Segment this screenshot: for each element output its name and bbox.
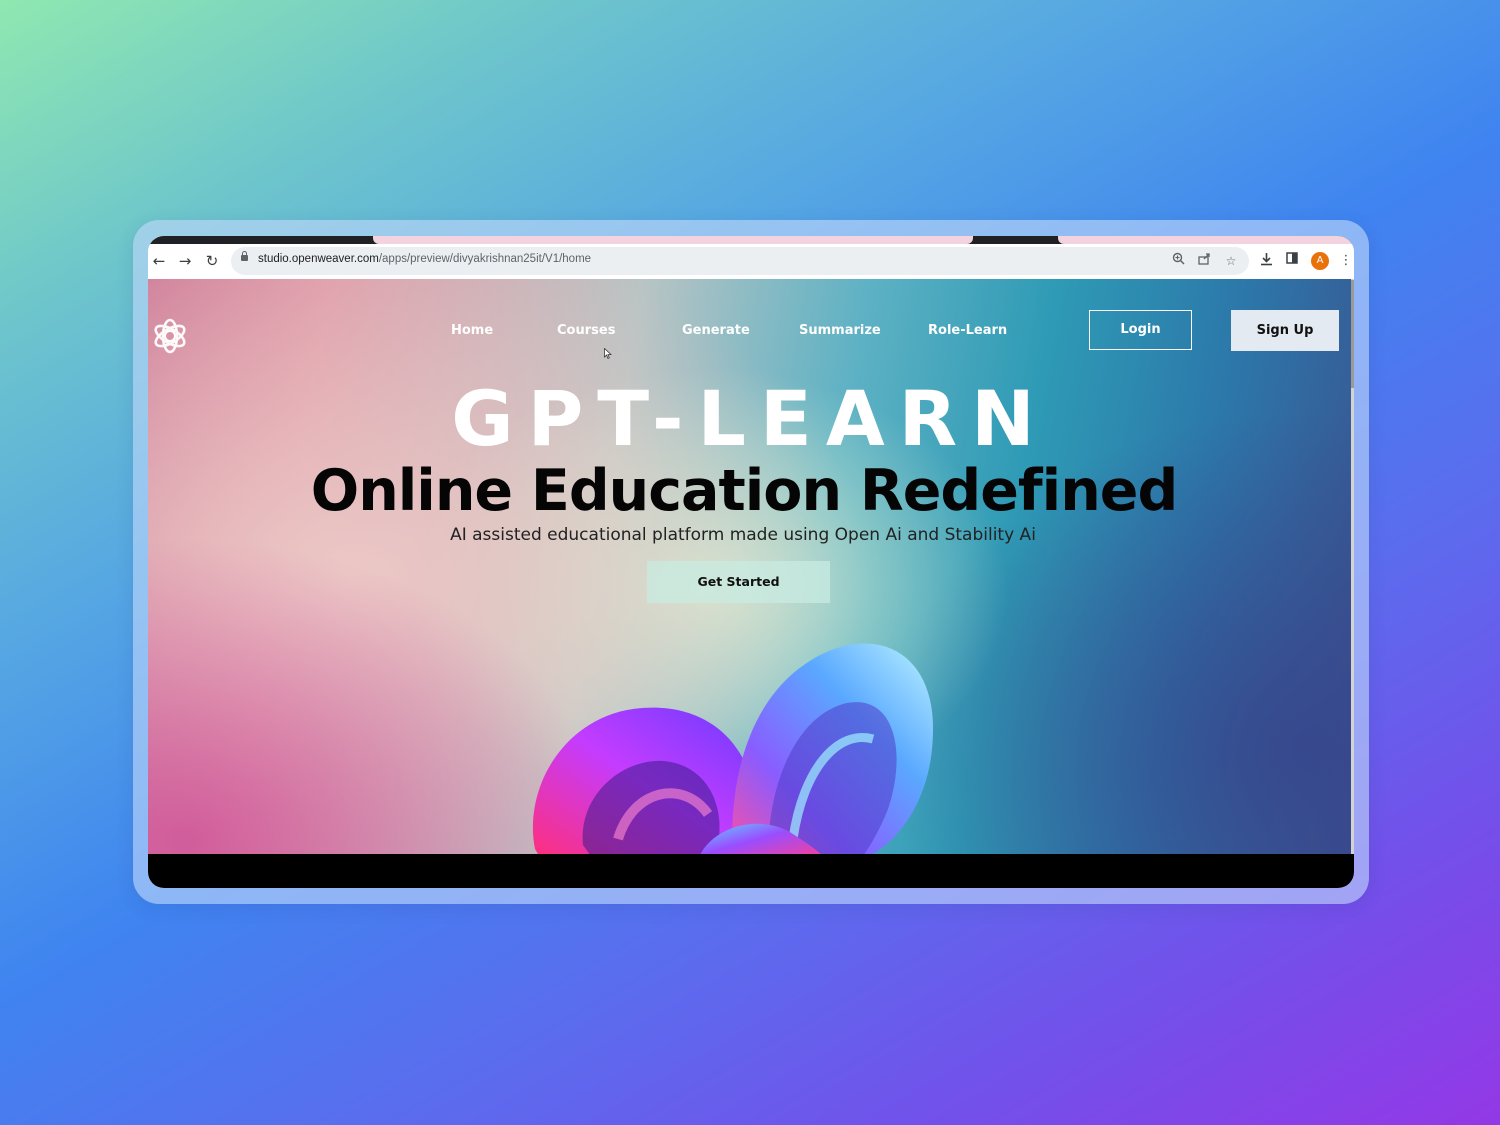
kebab-menu-icon[interactable]: ⋮ [1337, 252, 1354, 270]
browser-window: ← → ↻ studio.openweaver.com/apps/preview… [148, 236, 1354, 888]
page-scrollbar-thumb[interactable] [1351, 280, 1354, 388]
openai-knot-icon[interactable] [148, 312, 193, 360]
url-path: /apps/preview/divyakrishnan25it/V1/home [378, 253, 592, 265]
reload-icon[interactable]: ↻ [203, 252, 221, 270]
share-icon[interactable] [1195, 252, 1213, 270]
side-panel-icon[interactable] [1283, 252, 1301, 270]
webpage: Home Courses Generate Summarize Role-Lea… [148, 279, 1351, 854]
hero-subheadline: AI assisted educational platform made us… [450, 525, 1036, 545]
mouse-pointer-icon [604, 348, 612, 359]
arrow-left-icon[interactable]: ← [150, 252, 168, 270]
tab-edge[interactable] [373, 236, 973, 244]
nav-summarize[interactable]: Summarize [799, 323, 881, 338]
arrow-right-icon[interactable]: → [176, 252, 194, 270]
lock-icon[interactable] [241, 251, 248, 261]
login-button[interactable]: Login [1089, 310, 1192, 350]
star-icon[interactable]: ☆ [1222, 252, 1240, 270]
nav-home[interactable]: Home [451, 323, 493, 338]
address-bar[interactable]: studio.openweaver.com/apps/preview/divya… [231, 247, 1249, 275]
abstract-3d-shape [532, 643, 933, 854]
page-footer-strip [148, 854, 1354, 888]
browser-toolbar: ← → ↻ studio.openweaver.com/apps/preview… [148, 244, 1354, 279]
download-icon[interactable] [1257, 252, 1275, 270]
nav-courses[interactable]: Courses [557, 323, 615, 338]
profile-avatar[interactable]: A [1311, 252, 1329, 270]
url-text[interactable]: studio.openweaver.com/apps/preview/divya… [258, 253, 591, 265]
get-started-button[interactable]: Get Started [647, 561, 830, 603]
tab-strip [148, 236, 1354, 244]
brand-title: GPT-LEARN [451, 374, 1049, 463]
tab-edge[interactable] [1058, 236, 1354, 244]
zoom-icon[interactable] [1169, 252, 1187, 270]
hero-headline: Online Education Redefined [310, 458, 1179, 524]
signup-button[interactable]: Sign Up [1231, 310, 1339, 351]
nav-role-learn[interactable]: Role-Learn [928, 323, 1007, 338]
nav-generate[interactable]: Generate [682, 323, 750, 338]
url-host: studio.openweaver.com [258, 253, 379, 265]
